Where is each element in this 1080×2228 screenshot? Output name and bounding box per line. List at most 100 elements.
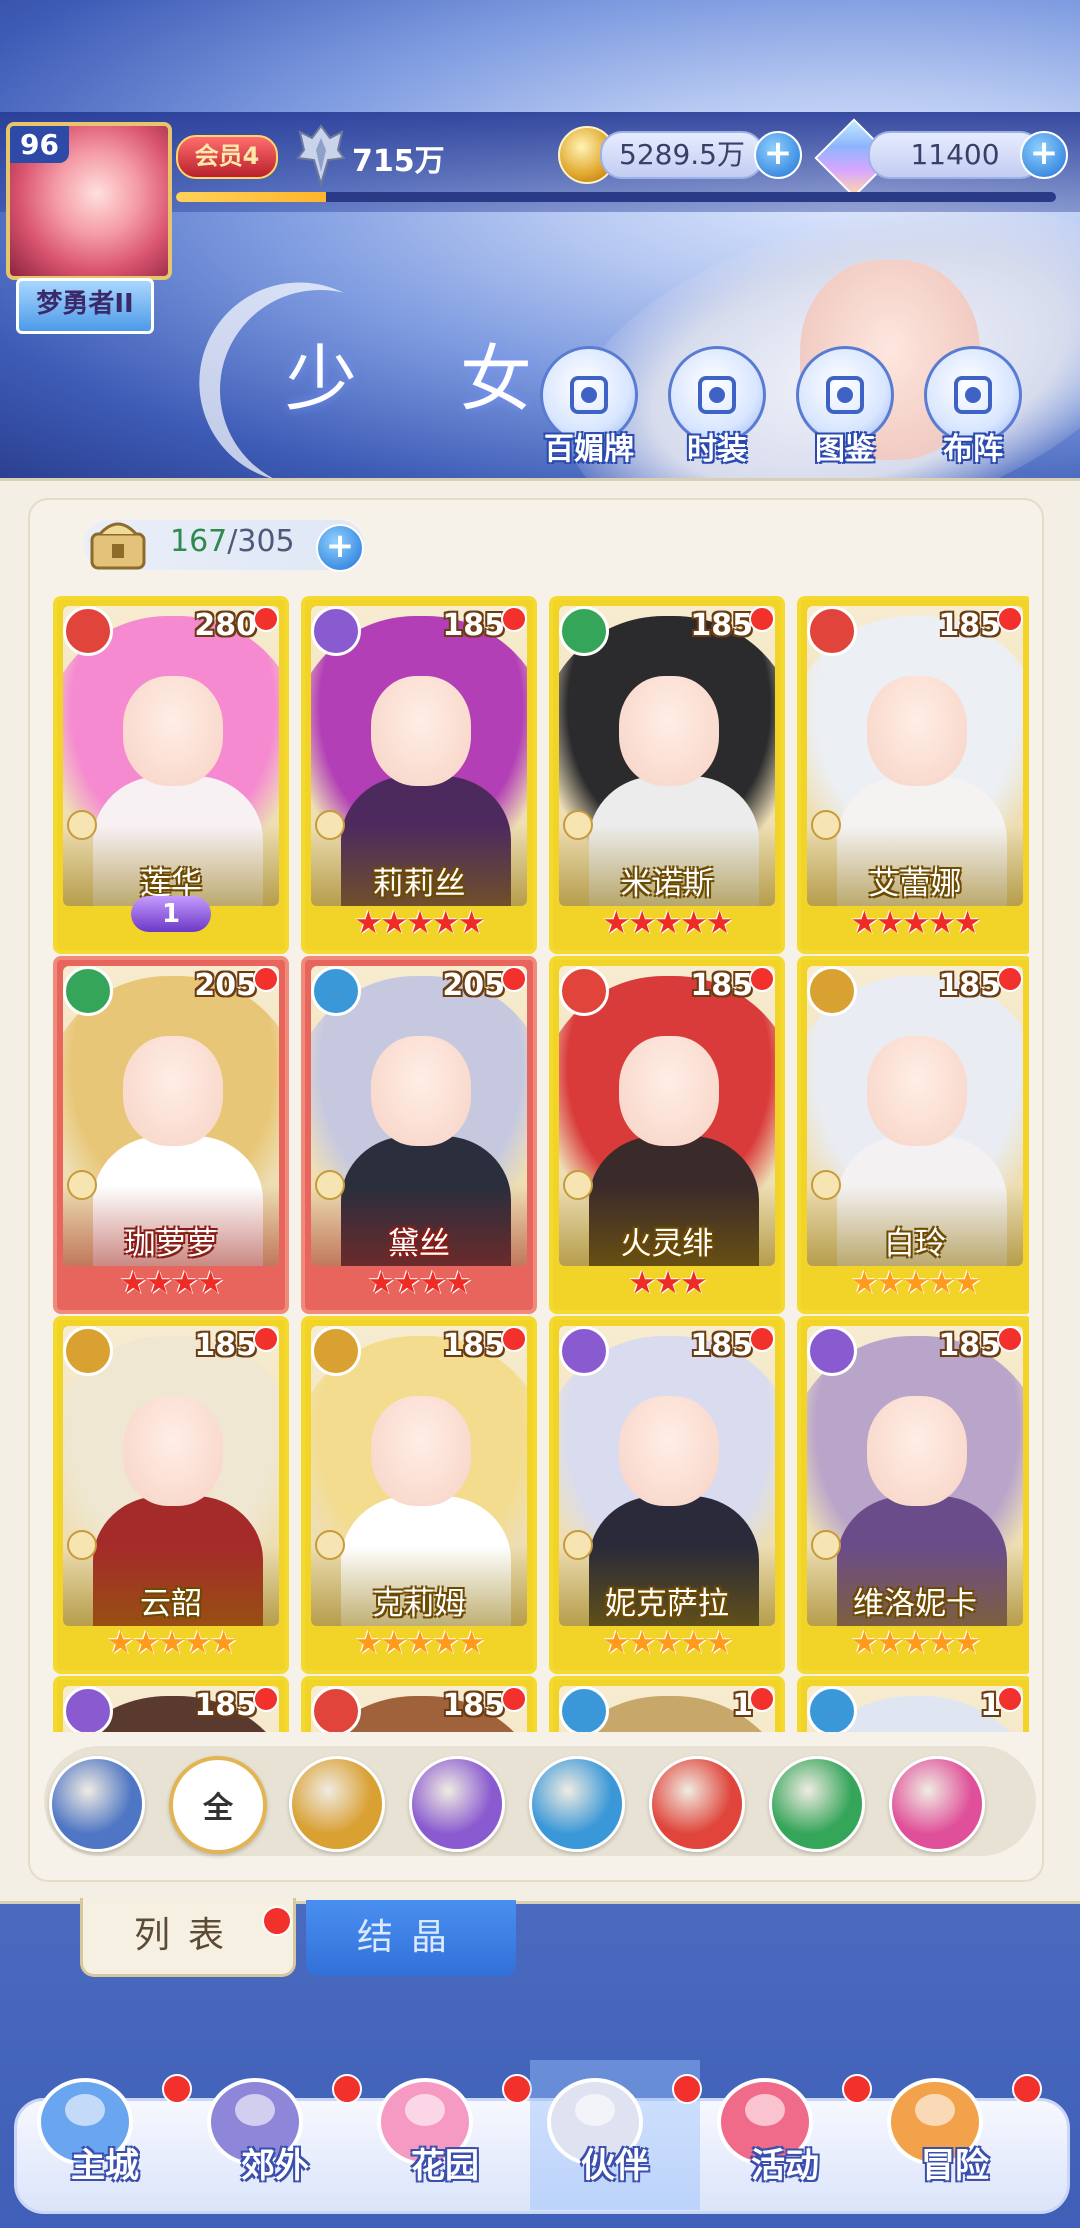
character-card[interactable]: 185 妮克萨拉 ★★★★★ [549, 1316, 785, 1674]
notification-dot [997, 606, 1023, 632]
expand-roster-button[interactable]: + [316, 524, 364, 572]
character-level: 205 [442, 968, 505, 1003]
character-card[interactable]: 185 艾蕾娜 ★★★★★ [797, 596, 1029, 954]
character-card[interactable]: 185 维洛妮卡 ★★★★★ [797, 1316, 1029, 1674]
roster-total: /305 [227, 524, 295, 559]
add-gem-button[interactable]: + [1020, 131, 1068, 179]
notification-dot [501, 606, 527, 632]
character-face [371, 676, 471, 786]
awakening-badge: 1 [131, 896, 211, 932]
star-rating: ★★★★★ [57, 1626, 285, 1660]
character-card[interactable]: 185 莉莉丝 ★★★★★ [301, 596, 537, 954]
star-icon: ★ [119, 1265, 147, 1301]
star-icon: ★ [431, 905, 460, 941]
rank-icon [315, 810, 345, 840]
filter-fire-button[interactable] [649, 1756, 745, 1852]
star-rating: ★★★★★ [801, 1626, 1029, 1660]
nav-3[interactable]: 伙伴 [530, 2060, 702, 2210]
nav-1[interactable]: 郊外 [190, 2060, 362, 2210]
character-level: 205 [194, 968, 257, 1003]
vip-badge[interactable]: 会员4 [176, 135, 278, 179]
character-level: 185 [690, 968, 753, 1003]
combat-power: 715万 [352, 144, 445, 179]
character-card[interactable]: 205 珈萝萝 ★★★★ [53, 956, 289, 1314]
star-icon: ★ [380, 1625, 408, 1661]
tab-list[interactable]: 列表 [80, 1898, 296, 1977]
character-card[interactable]: 185 云韶 ★★★★★ [53, 1316, 289, 1674]
star-rating: ★★★★★ [305, 1626, 533, 1660]
notification-dot [501, 1686, 527, 1712]
nav-2[interactable]: 花园 [360, 2060, 532, 2210]
element-fire-icon [311, 1686, 361, 1732]
filter-moon-button[interactable] [409, 1756, 505, 1852]
character-card[interactable]: 185 火灵绯 ★★★ [549, 956, 785, 1314]
tab-crystal[interactable]: 结晶 [306, 1900, 516, 1976]
filter-star-button[interactable] [889, 1756, 985, 1852]
element-sun-icon [63, 1326, 113, 1376]
character-card[interactable]: 1 [797, 1676, 1029, 1732]
character-card[interactable]: 185 [53, 1676, 289, 1732]
star-icon: ★ [106, 1625, 135, 1661]
nav-0[interactable]: 主城 [20, 2060, 192, 2210]
rank-icon [563, 1530, 593, 1560]
filter-all-button[interactable]: 全 [169, 1756, 267, 1854]
nav-notification-dot [162, 2074, 192, 2104]
star-icon: ★ [850, 1265, 879, 1301]
nav-5[interactable]: 冒险 [870, 2060, 1042, 2210]
star-icon: ★ [457, 905, 486, 941]
element-water-icon [807, 1686, 857, 1732]
character-card[interactable]: 1 [549, 1676, 785, 1732]
character-card[interactable]: 185 米诺斯 ★★★★★ [549, 596, 785, 954]
star-rating: ★★★★ [57, 1266, 285, 1300]
notification-dot [749, 1686, 775, 1712]
star-icon: ★ [679, 1625, 708, 1661]
quick-action-label: 百媚牌 [544, 432, 634, 467]
star-icon: ★ [679, 905, 708, 941]
star-icon: ★ [876, 1625, 904, 1661]
star-rating: ★★★★★ [801, 1266, 1029, 1300]
quick-action-2[interactable]: 图鉴 [796, 346, 894, 468]
character-face [371, 1036, 471, 1146]
notification-dot [749, 966, 775, 992]
character-name: 妮克萨拉 [605, 1586, 729, 1622]
character-card[interactable]: 185 白玲 ★★★★★ [797, 956, 1029, 1314]
rank-icon [563, 1170, 593, 1200]
star-icon: ★ [602, 1625, 631, 1661]
star-icon: ★ [850, 1625, 879, 1661]
character-name: 米诺斯 [620, 866, 714, 902]
notification-dot [997, 1686, 1023, 1712]
character-card[interactable]: 280 莲华 1 [53, 596, 289, 954]
quick-action-0[interactable]: 百媚牌 [540, 346, 638, 468]
player-title-badge[interactable]: 梦勇者II [16, 278, 154, 334]
character-card[interactable]: 185 [301, 1676, 537, 1732]
character-face [619, 1036, 719, 1146]
character-face [371, 1396, 471, 1506]
element-moon-icon [559, 1326, 609, 1376]
character-card[interactable]: 205 黛丝 ★★★★ [301, 956, 537, 1314]
character-level: 185 [690, 1328, 753, 1363]
quick-action-3[interactable]: 布阵 [924, 346, 1022, 468]
star-icon: ★ [876, 1265, 904, 1301]
notification-dot [253, 606, 279, 632]
quick-action-label: 时装 [687, 432, 747, 467]
filter-rank-button[interactable] [49, 1756, 145, 1852]
star-icon: ★ [431, 1625, 460, 1661]
filter-water-button[interactable] [529, 1756, 625, 1852]
roster-owned: 167 [170, 524, 228, 559]
element-fire-icon [559, 966, 609, 1016]
quick-action-1[interactable]: 时装 [668, 346, 766, 468]
player-avatar[interactable]: 96 [6, 122, 172, 280]
notification-dot [253, 1326, 279, 1352]
filter-sun-button[interactable] [289, 1756, 385, 1852]
rank-icon [563, 810, 593, 840]
add-gold-button[interactable]: + [754, 131, 802, 179]
element-water-icon [559, 1686, 609, 1732]
filter-wind-button[interactable] [769, 1756, 865, 1852]
notification-dot [253, 1686, 279, 1712]
nav-4[interactable]: 活动 [700, 2060, 872, 2210]
character-face [123, 676, 223, 786]
star-icon: ★ [902, 1265, 930, 1301]
character-card[interactable]: 185 克莉姆 ★★★★★ [301, 1316, 537, 1674]
notification-dot [749, 606, 775, 632]
character-level: 280 [194, 608, 257, 643]
